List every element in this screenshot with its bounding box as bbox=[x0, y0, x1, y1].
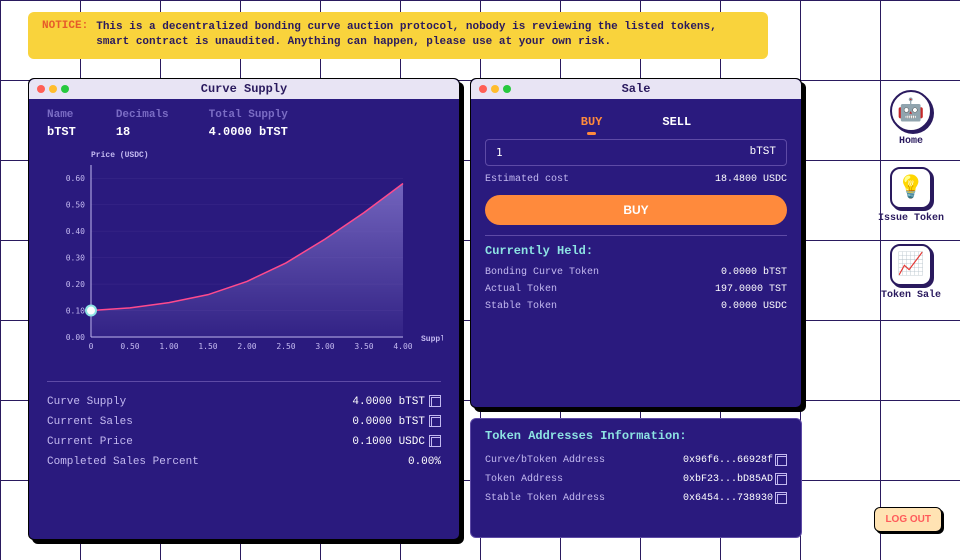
stat-row: Current Sales0.0000 bTST bbox=[47, 412, 441, 432]
held-row: Bonding Curve Token0.0000 bTST bbox=[485, 264, 787, 281]
svg-text:0.50: 0.50 bbox=[66, 201, 85, 210]
window-dots bbox=[37, 85, 69, 93]
svg-text:1.00: 1.00 bbox=[159, 342, 178, 351]
held-title: Currently Held: bbox=[485, 244, 787, 258]
buy-sell-tabs: BUY SELL bbox=[485, 115, 787, 129]
curve-stats: Curve Supply4.0000 bTSTCurrent Sales0.00… bbox=[47, 381, 441, 472]
tab-sell[interactable]: SELL bbox=[662, 115, 691, 129]
max-dot-icon[interactable] bbox=[503, 85, 511, 93]
address-row: Curve/bToken Address0x96f6...66928f bbox=[485, 451, 787, 470]
svg-text:2.50: 2.50 bbox=[276, 342, 295, 351]
svg-text:0.30: 0.30 bbox=[66, 254, 85, 263]
sidebar-label: Token Sale bbox=[881, 290, 941, 301]
address-row: Token Address0xbF23...bD85AD bbox=[485, 470, 787, 489]
svg-text:0.60: 0.60 bbox=[66, 174, 85, 183]
stat-row: Current Price0.1000 USDC bbox=[47, 432, 441, 452]
copy-icon[interactable] bbox=[431, 417, 441, 427]
svg-text:3.50: 3.50 bbox=[354, 342, 373, 351]
svg-text:0.10: 0.10 bbox=[66, 307, 85, 316]
sale-title: Sale bbox=[622, 82, 651, 96]
svg-text:2.00: 2.00 bbox=[237, 342, 256, 351]
addresses-title: Token Addresses Information: bbox=[485, 429, 787, 443]
stat-row: Curve Supply4.0000 bTST bbox=[47, 392, 441, 412]
panel-header: Curve Supply bbox=[29, 79, 459, 99]
notice-banner: NOTICE: This is a decentralized bonding … bbox=[28, 12, 768, 59]
notice-text: This is a decentralized bonding curve au… bbox=[96, 20, 754, 51]
max-dot-icon[interactable] bbox=[61, 85, 69, 93]
notice-label: NOTICE: bbox=[42, 20, 88, 51]
curve-meta: NamebTST Decimals18 Total Supply4.0000 b… bbox=[47, 109, 441, 139]
held-row: Stable Token0.0000 USDC bbox=[485, 298, 787, 315]
svg-text:3.00: 3.00 bbox=[315, 342, 334, 351]
svg-text:0: 0 bbox=[89, 342, 94, 351]
svg-text:0.50: 0.50 bbox=[120, 342, 139, 351]
sidebar: 🤖 Home 💡 Issue Token 📈 Token Sale bbox=[878, 90, 944, 301]
svg-text:0.40: 0.40 bbox=[66, 227, 85, 236]
sidebar-label: Issue Token bbox=[878, 213, 944, 224]
svg-text:0.00: 0.00 bbox=[66, 333, 85, 342]
copy-icon[interactable] bbox=[777, 494, 787, 504]
buy-button[interactable]: BUY bbox=[485, 195, 787, 225]
close-dot-icon[interactable] bbox=[37, 85, 45, 93]
amount-input[interactable] bbox=[496, 146, 664, 159]
bonding-curve-chart: Price (USDC) 0.00 0.10 0.20 0.30 0.40 0.50 0.60… bbox=[47, 147, 443, 367]
copy-icon[interactable] bbox=[777, 475, 787, 485]
min-dot-icon[interactable] bbox=[49, 85, 57, 93]
sidebar-icon: 💡 bbox=[890, 167, 932, 209]
tab-buy[interactable]: BUY bbox=[581, 115, 603, 129]
stat-row: Completed Sales Percent0.00% bbox=[47, 452, 441, 472]
sidebar-item-token-sale[interactable]: 📈 Token Sale bbox=[881, 244, 941, 301]
sidebar-icon: 🤖 bbox=[890, 90, 932, 132]
close-dot-icon[interactable] bbox=[479, 85, 487, 93]
copy-icon[interactable] bbox=[431, 437, 441, 447]
amount-input-row[interactable]: bTST bbox=[485, 139, 787, 166]
sidebar-label: Home bbox=[899, 136, 923, 147]
copy-icon[interactable] bbox=[777, 456, 787, 466]
svg-text:Price (USDC): Price (USDC) bbox=[91, 151, 149, 160]
copy-icon[interactable] bbox=[431, 397, 441, 407]
min-dot-icon[interactable] bbox=[491, 85, 499, 93]
svg-text:1.50: 1.50 bbox=[198, 342, 217, 351]
window-dots bbox=[479, 85, 511, 93]
address-row: Stable Token Address0x6454...738930 bbox=[485, 489, 787, 508]
sidebar-icon: 📈 bbox=[890, 244, 932, 286]
curve-supply-panel: Curve Supply NamebTST Decimals18 Total S… bbox=[28, 78, 460, 540]
logout-button[interactable]: LOG OUT bbox=[874, 507, 942, 532]
est-label: Estimated cost bbox=[485, 174, 569, 185]
amount-unit: bTST bbox=[750, 146, 776, 159]
sidebar-item-home[interactable]: 🤖 Home bbox=[890, 90, 932, 147]
svg-text:4.00: 4.00 bbox=[393, 342, 412, 351]
est-value: 18.4800 USDC bbox=[715, 174, 787, 185]
addresses-panel: Token Addresses Information: Curve/bToke… bbox=[470, 418, 802, 538]
svg-text:Supply: Supply bbox=[421, 335, 443, 344]
held-row: Actual Token197.0000 TST bbox=[485, 281, 787, 298]
curve-title: Curve Supply bbox=[201, 82, 287, 96]
sidebar-item-issue-token[interactable]: 💡 Issue Token bbox=[878, 167, 944, 224]
sale-panel: Sale BUY SELL bTST Estimated cost 18.480… bbox=[470, 78, 802, 408]
svg-text:0.20: 0.20 bbox=[66, 280, 85, 289]
panel-header: Sale bbox=[471, 79, 801, 99]
